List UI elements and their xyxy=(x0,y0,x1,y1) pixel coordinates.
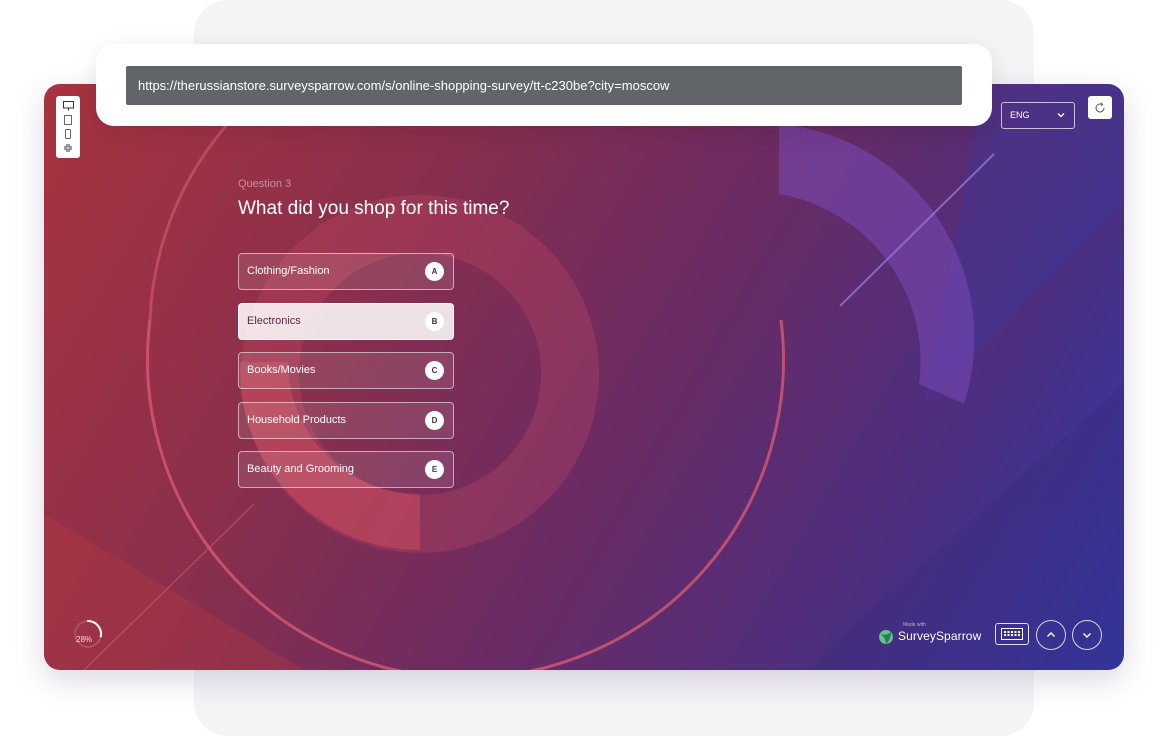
chevron-down-icon xyxy=(1057,113,1065,118)
option-key-badge: B xyxy=(425,311,444,331)
background-decoration xyxy=(44,84,1124,670)
previous-question-button[interactable] xyxy=(1036,620,1066,650)
option-beauty-grooming[interactable]: Beauty and Grooming E xyxy=(238,451,454,489)
keyboard-icon xyxy=(1001,628,1023,640)
next-question-button[interactable] xyxy=(1072,620,1102,650)
mobile-icon[interactable] xyxy=(61,128,75,140)
answer-options: Clothing/Fashion A Electronics B Books/M… xyxy=(238,253,454,501)
option-label: Clothing/Fashion xyxy=(247,265,330,277)
device-preview-toolbar xyxy=(56,96,80,158)
question-number: Question 3 xyxy=(238,178,292,190)
desktop-icon[interactable] xyxy=(61,100,75,112)
survey-screen: ENG Question 3 What did you shop for thi… xyxy=(44,84,1124,670)
option-household-products[interactable]: Household Products D xyxy=(238,401,454,439)
brand-name: SurveySparrow xyxy=(898,629,982,643)
sparrow-logo-icon xyxy=(879,630,893,644)
chevron-down-icon xyxy=(1083,633,1091,638)
option-electronics[interactable]: Electronics B xyxy=(238,302,454,340)
refresh-icon xyxy=(1095,102,1105,112)
made-with-label: Made with xyxy=(903,622,926,628)
option-key-badge: C xyxy=(425,361,444,381)
progress-ring xyxy=(74,620,102,648)
keyboard-shortcuts-button[interactable] xyxy=(995,623,1029,645)
option-books-movies[interactable]: Books/Movies C xyxy=(238,352,454,390)
option-label: Books/Movies xyxy=(247,364,316,377)
option-clothing-fashion[interactable]: Clothing/Fashion A xyxy=(238,253,454,290)
browser-address-card: https://therussianstore.surveysparrow.co… xyxy=(96,44,992,126)
chevron-up-icon xyxy=(1047,632,1055,637)
option-key-badge: A xyxy=(425,262,444,281)
language-select[interactable]: ENG xyxy=(1001,102,1075,129)
option-key-badge: D xyxy=(425,410,444,430)
collapse-icon[interactable] xyxy=(61,142,75,154)
question-title: What did you shop for this time? xyxy=(238,198,510,219)
option-label: Household Products xyxy=(247,413,347,426)
option-label: Beauty and Grooming xyxy=(247,463,355,476)
option-label: Electronics xyxy=(247,314,301,327)
language-label: ENG xyxy=(1010,110,1030,120)
url-address-bar[interactable]: https://therussianstore.surveysparrow.co… xyxy=(126,66,962,105)
tablet-icon[interactable] xyxy=(61,114,75,126)
surveysparrow-branding[interactable]: Made with SurveySparrow xyxy=(877,622,987,648)
option-key-badge: E xyxy=(425,460,444,480)
restart-button[interactable] xyxy=(1088,96,1112,119)
progress-percent: 28% xyxy=(76,635,93,644)
